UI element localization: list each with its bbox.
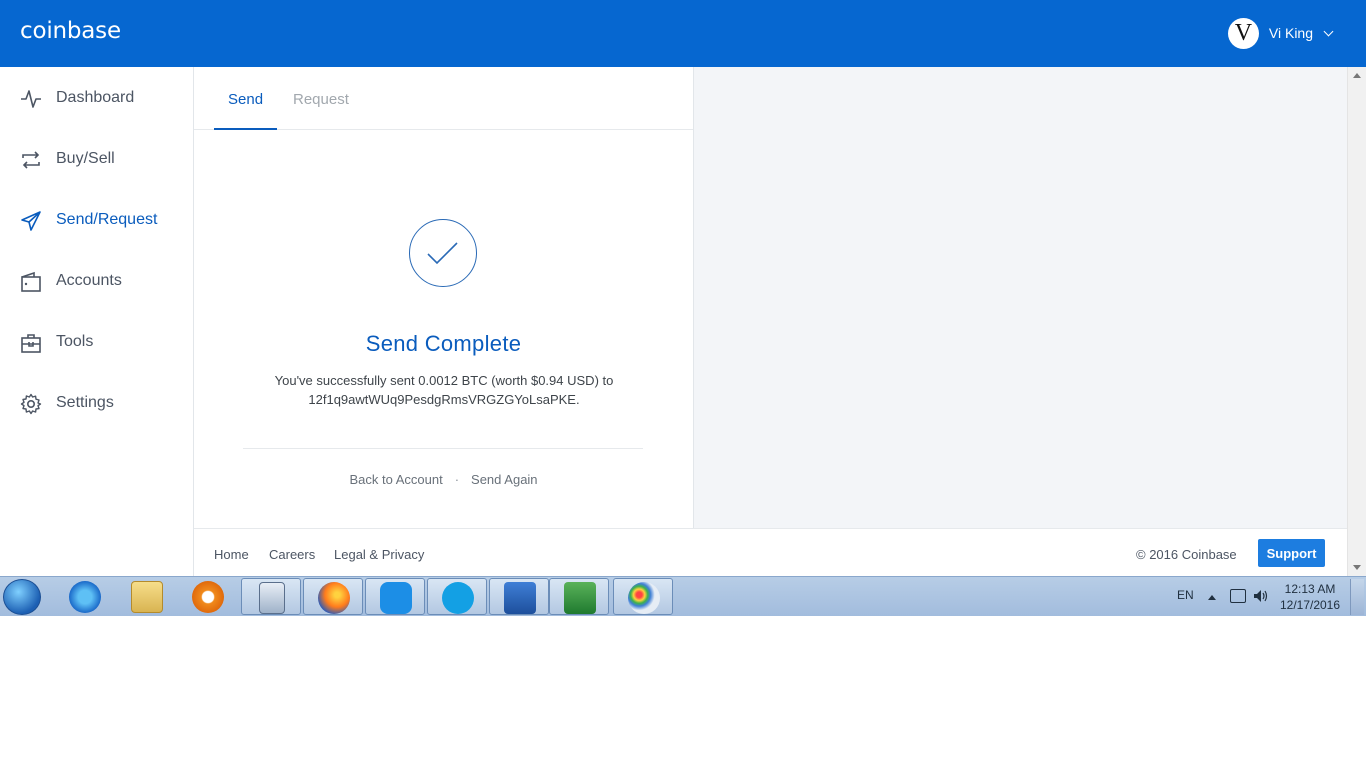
- coinbase-logo[interactable]: coinbase: [20, 18, 121, 44]
- sidebar-item-label: Buy/Sell: [56, 150, 115, 167]
- footer-link-home[interactable]: Home: [214, 547, 249, 562]
- taskbar-calculator[interactable]: [241, 578, 301, 615]
- sidebar-item-label: Send/Request: [56, 211, 158, 228]
- sidebar-item-send-request[interactable]: Send/Request: [0, 200, 193, 240]
- active-tab-indicator: [214, 128, 277, 130]
- sidebar-item-settings[interactable]: Settings: [0, 383, 193, 423]
- taskbar-file-explorer[interactable]: [117, 578, 177, 615]
- language-indicator[interactable]: EN: [1177, 588, 1194, 602]
- send-again-link[interactable]: Send Again: [471, 472, 538, 487]
- media-player-icon: [192, 581, 224, 613]
- taskbar-paint[interactable]: [613, 578, 673, 615]
- paint-icon: [628, 582, 660, 614]
- skype-icon: [442, 582, 474, 614]
- system-clock[interactable]: 12:13 AM 12/17/2016: [1276, 581, 1344, 613]
- user-name[interactable]: Vi King: [1269, 25, 1313, 41]
- taskbar-media-player[interactable]: [178, 578, 238, 615]
- sidebar: Dashboard Buy/Sell Send/Request Accounts: [0, 67, 194, 576]
- top-header: coinbase V Vi King: [0, 0, 1366, 67]
- message-line-1: You've successfully sent 0.0012 BTC (wor…: [274, 373, 614, 388]
- wallet-icon: [21, 271, 41, 292]
- excel-icon: [564, 582, 596, 614]
- start-button-icon[interactable]: [3, 579, 41, 615]
- activity-icon: [21, 90, 41, 108]
- user-menu[interactable]: V Vi King: [1227, 17, 1334, 49]
- clock-time: 12:13 AM: [1284, 582, 1336, 596]
- avatar[interactable]: V: [1227, 17, 1259, 49]
- tab-bar: Send Request: [194, 67, 693, 130]
- taskbar-firefox[interactable]: [303, 578, 363, 615]
- sidebar-item-tools[interactable]: Tools: [0, 322, 193, 362]
- taskbar-excel[interactable]: [549, 578, 609, 615]
- internet-explorer-icon: [69, 581, 101, 613]
- sidebar-item-dashboard[interactable]: Dashboard: [0, 78, 193, 118]
- taskbar-skype[interactable]: [427, 578, 487, 615]
- zalo-icon: [380, 582, 412, 614]
- divider: [243, 448, 643, 449]
- scroll-down-arrow-icon[interactable]: [1353, 565, 1361, 570]
- footer-link-legal-privacy[interactable]: Legal & Privacy: [334, 547, 424, 562]
- scroll-up-arrow-icon[interactable]: [1353, 73, 1361, 78]
- toolbox-icon: [21, 334, 41, 353]
- separator-dot: ·: [454, 472, 460, 487]
- file-explorer-icon: [131, 581, 163, 613]
- footer: Home Careers Legal & Privacy © 2016 Coin…: [194, 528, 1347, 576]
- chevron-down-icon[interactable]: [1323, 26, 1334, 36]
- send-complete-title: Send Complete: [365, 331, 522, 356]
- action-links: Back to Account · Send Again: [194, 472, 693, 487]
- send-complete-message: You've successfully sent 0.0012 BTC (wor…: [244, 371, 644, 409]
- network-icon[interactable]: [1230, 589, 1246, 603]
- message-line-2: 12f1q9awtWUq9PesdgRmsVRGZGYoLsaPKE.: [308, 392, 580, 407]
- copyright-text: © 2016 Coinbase: [1136, 547, 1237, 562]
- word-icon: [504, 582, 536, 614]
- screen: coinbase V Vi King Dashboard Buy/Sell Se: [0, 0, 1366, 768]
- sidebar-item-label: Accounts: [56, 272, 122, 289]
- taskbar-internet-explorer[interactable]: [55, 578, 115, 615]
- send-panel: Send Request Send Complete You've succes…: [194, 67, 694, 528]
- footer-link-careers[interactable]: Careers: [269, 547, 315, 562]
- sidebar-item-label: Dashboard: [56, 89, 135, 106]
- paper-plane-icon: [21, 211, 41, 231]
- firefox-icon: [318, 582, 350, 614]
- show-desktop-button[interactable]: [1350, 579, 1364, 615]
- exchange-icon: [22, 151, 40, 169]
- taskbar-zalo[interactable]: [365, 578, 425, 615]
- sidebar-item-label: Settings: [56, 394, 114, 411]
- support-button[interactable]: Support: [1258, 539, 1325, 567]
- calculator-icon: [259, 582, 285, 614]
- sidebar-item-label: Tools: [56, 333, 94, 350]
- tab-send[interactable]: Send: [228, 91, 263, 108]
- success-check-icon: [409, 219, 477, 287]
- empty-content-area: [694, 67, 1347, 528]
- back-to-account-link[interactable]: Back to Account: [349, 472, 442, 487]
- volume-icon[interactable]: [1253, 589, 1269, 603]
- windows-taskbar: EN 12:13 AM 12/17/2016: [0, 576, 1366, 616]
- page-scrollbar[interactable]: [1347, 67, 1366, 576]
- taskbar-word[interactable]: [489, 578, 549, 615]
- clock-date: 12/17/2016: [1279, 598, 1341, 612]
- gear-icon: [20, 393, 42, 415]
- show-hidden-icons-arrow-icon[interactable]: [1208, 595, 1216, 600]
- sidebar-item-accounts[interactable]: Accounts: [0, 261, 193, 301]
- tab-request[interactable]: Request: [293, 91, 349, 108]
- sidebar-item-buy-sell[interactable]: Buy/Sell: [0, 139, 193, 179]
